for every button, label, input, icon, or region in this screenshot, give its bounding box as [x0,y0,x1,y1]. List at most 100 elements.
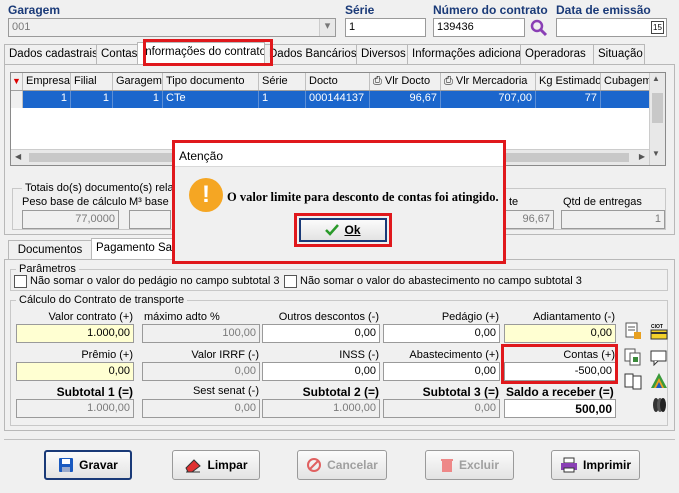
valor-irrf-value: 0,00 [142,362,260,381]
col-vlr-docto[interactable]: ⎙ Vlr Docto [370,73,441,90]
tab-documentos[interactable]: Documentos [8,240,92,260]
cancelar-label: Cancelar [327,458,378,472]
tab-informacoes-contrato[interactable]: Informações do contrato [137,42,266,64]
totais-label: Totais do(s) documento(s) relac [22,182,183,194]
subtotal2-label: Subtotal 2 (=) [302,385,379,399]
search-icon[interactable] [529,18,549,37]
serie-input[interactable]: 1 [345,18,426,37]
tab-pagamento-saldo[interactable]: Pagamento Sa [91,238,181,260]
col-garagem[interactable]: Garagem [113,73,163,90]
sub-tabs: Documentos Pagamento Sa [8,238,181,260]
maximo-adto-label: máximo adto % [144,311,220,323]
documents-copy-icon[interactable] [624,348,642,366]
tab-contas[interactable]: Contas [96,44,138,64]
tab-dados-cadastrais[interactable]: Dados cadastrais [4,44,98,64]
coins-icon[interactable] [650,396,668,414]
adiantamento-label: Adiantamento (-) [533,311,615,323]
outros-descontos-input[interactable]: 0,00 [262,324,380,343]
pages-icon[interactable] [624,372,642,390]
subtotal3-value: 0,00 [383,399,500,418]
pedagio-input[interactable]: 0,00 [383,324,500,343]
data-emissao-label: Data de emissão [556,3,651,17]
contas-label: Contas (+) [563,349,615,361]
subtotal2-value: 1.000,00 [262,399,380,418]
table-row[interactable]: 1 1 1 CTe 1 000144137 96,67 707,00 77 [11,91,651,108]
data-emissao-input[interactable]: 15 [556,18,667,37]
grid-header: ▼ Empresa Filial Garagem Tipo documento … [11,73,651,91]
scroll-up-icon[interactable]: ▲ [652,74,660,83]
calendar-icon[interactable]: 15 [651,21,664,34]
ciot-card-icon[interactable]: CIOT [650,322,668,340]
eraser-icon [185,459,202,473]
peso-label: Peso base de cálculo [22,196,127,208]
tab-informacoes-adicionais[interactable]: Informações adicionais [407,44,530,64]
scroll-down-icon[interactable]: ▼ [652,149,660,158]
parametros-label: Parâmetros [16,263,79,275]
col-filial[interactable]: Filial [71,73,113,90]
numero-contrato-input[interactable]: 139436 [433,18,525,37]
gravar-button[interactable]: Gravar [44,450,132,480]
col-kg-estimado[interactable]: Kg Estimado [536,73,601,90]
saldo-receber-value: 500,00 [504,399,616,418]
scroll-right-icon[interactable]: ▶ [639,152,645,161]
tab-operadoras[interactable]: Operadoras [520,44,594,64]
chevron-down-icon[interactable]: ▾ [319,19,335,36]
printer-icon [560,457,577,473]
sest-senat-label: Sest senat (-) [192,385,259,397]
svg-text:CIOT: CIOT [651,324,663,330]
subtotal1-label: Subtotal 1 (=) [56,385,133,399]
subtotal1-value: 1.000,00 [16,399,134,418]
contas-input[interactable]: -500,00 [504,362,616,381]
excluir-button[interactable]: Excluir [425,450,514,480]
imprimir-label: Imprimir [582,458,631,472]
qtd-entregas-label: Qtd de entregas [563,196,642,208]
gravar-label: Gravar [79,458,118,472]
cell-garagem: 1 [113,91,163,108]
tab-situacao[interactable]: Situação [593,44,645,64]
main-tabs: Dados cadastrais Contas Informações do c… [4,42,645,64]
adiantamento-input[interactable]: 0,00 [504,324,616,343]
calculo-label: Cálculo do Contrato de transporte [16,294,188,306]
m3-label: M³ base c [129,196,178,208]
abastecimento-input[interactable]: 0,00 [383,362,500,381]
ok-label: Ok [344,223,361,237]
m3-value [129,210,171,229]
ok-button[interactable]: Ok [299,218,387,242]
inss-input[interactable]: 0,00 [262,362,380,381]
col-vlr-mercadoria[interactable]: ⎙ Vlr Mercadoria [441,73,536,90]
check-pedagio[interactable] [14,275,27,288]
inss-label: INSS (-) [339,349,379,361]
garagem-value: 001 [12,21,31,33]
check-abastecimento-label: Não somar o valor do abastecimento no ca… [300,275,582,287]
premio-input[interactable]: 0,00 [16,362,134,381]
alert-dialog: Atenção ! O valor limite para desconto d… [172,140,506,264]
cell-filial: 1 [71,91,113,108]
grid-vertical-scrollbar[interactable]: ▲ ▼ [649,73,665,165]
col-cubagem[interactable]: Cubagem [601,73,651,90]
col-empresa[interactable]: Empresa [23,73,71,90]
outros-descontos-label: Outros descontos (-) [278,311,379,323]
document-edit-icon[interactable] [624,322,642,340]
col-tipo-documento[interactable]: Tipo documento [163,73,259,90]
imprimir-button[interactable]: Imprimir [551,450,640,480]
col-serie[interactable]: Série [259,73,306,90]
check-pedagio-label: Não somar o valor do pedágio no campo su… [30,275,280,287]
scroll-left-icon[interactable]: ◀ [15,152,21,161]
limpar-button[interactable]: Limpar [172,450,260,480]
tab-diversos[interactable]: Diversos [356,44,408,64]
triangle-shapes-icon[interactable] [650,372,668,390]
cell-docto: 000144137 [306,91,370,108]
dialog-title: Atenção [179,149,224,163]
cell-vlr-mercadoria: 707,00 [441,91,536,108]
col-docto[interactable]: Docto [306,73,370,90]
tab-dados-bancarios[interactable]: Dados Bancários [264,44,357,64]
checkmark-icon [325,224,340,236]
check-abastecimento[interactable] [284,275,297,288]
message-icon[interactable] [650,348,668,367]
serie-label: Série [345,3,375,17]
valor-contrato-input[interactable]: 1.000,00 [16,324,134,343]
cancelar-button[interactable]: Cancelar [297,450,387,480]
garagem-select[interactable]: 001 ▾ [8,18,336,37]
trash-icon [440,459,453,472]
sort-arrow-icon[interactable]: ▼ [11,73,23,90]
